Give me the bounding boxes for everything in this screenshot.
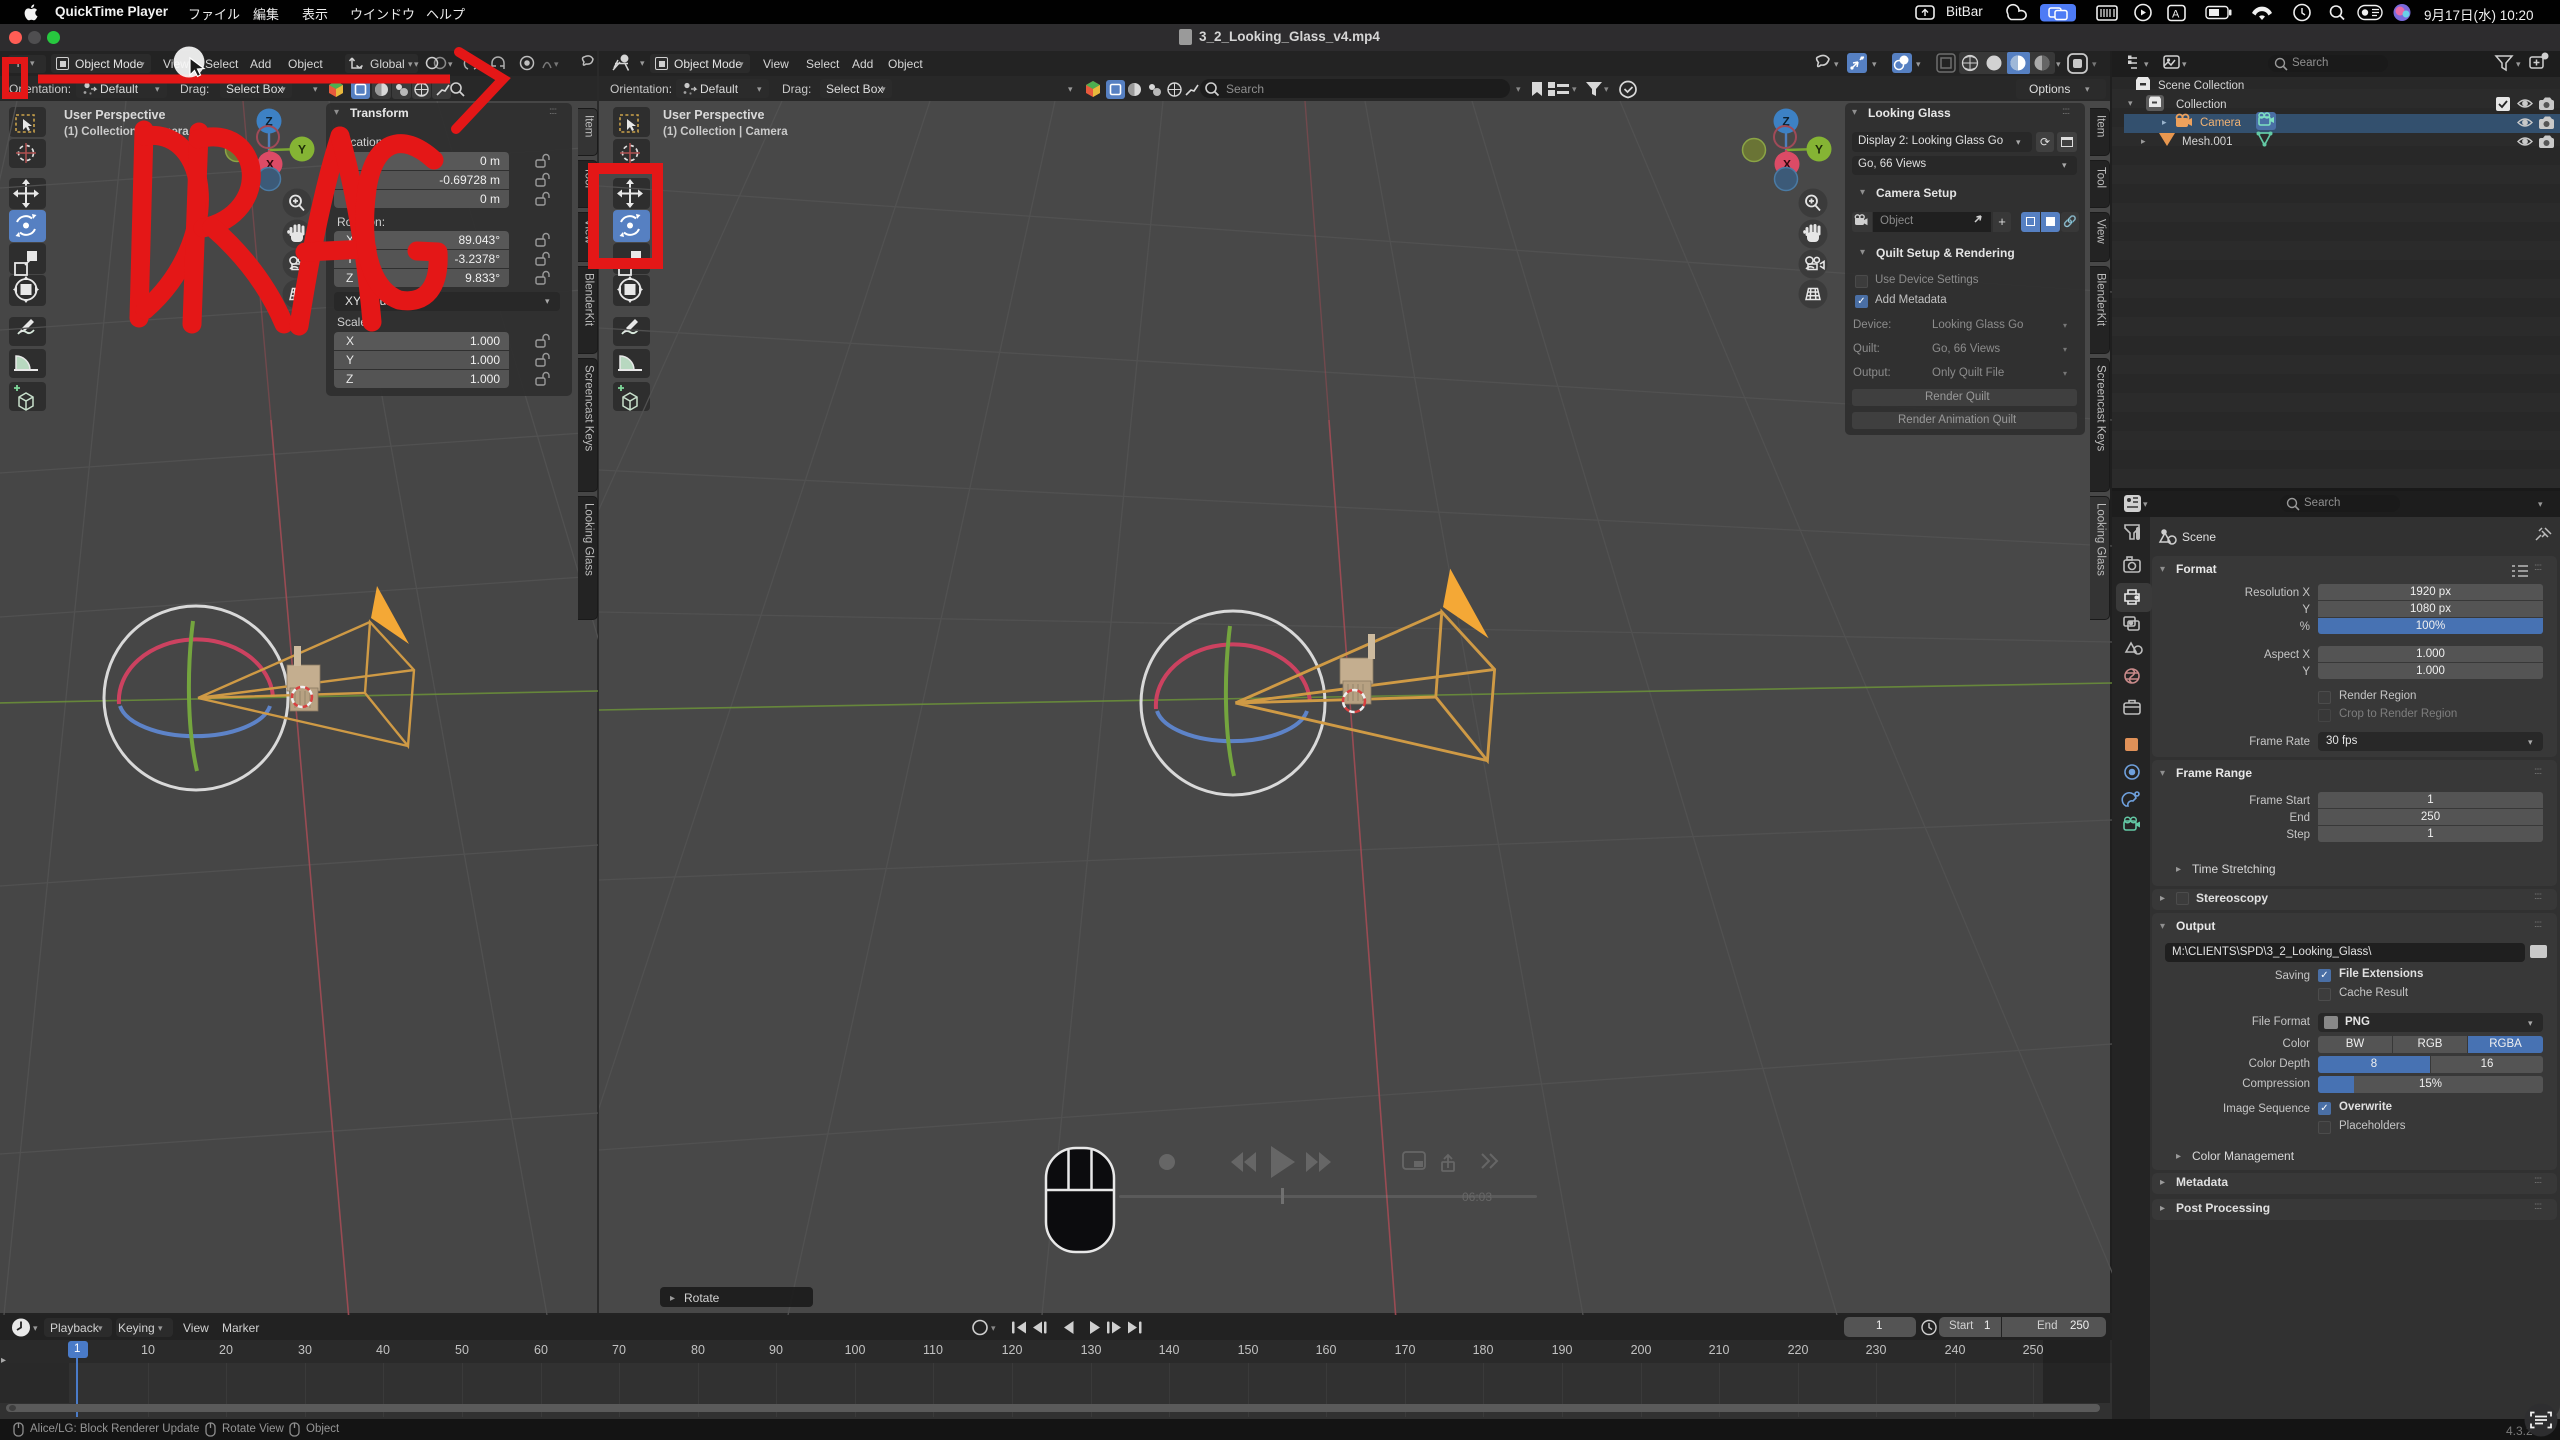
svg-text:A: A [2172, 9, 2180, 21]
svg-text:▾: ▾ [2143, 499, 2148, 509]
svg-text:▾: ▾ [2144, 59, 2149, 69]
svg-text:06:03: 06:03 [1462, 1190, 1492, 1204]
svg-text:▾: ▾ [448, 59, 453, 69]
svg-text:▾: ▾ [554, 59, 559, 69]
svg-text:▾: ▾ [1834, 59, 1839, 69]
svg-text:▾: ▾ [1068, 84, 1073, 94]
svg-text:▾: ▾ [1516, 84, 1521, 94]
svg-text:▾: ▾ [2182, 59, 2187, 69]
svg-text:▾: ▾ [991, 1323, 996, 1333]
svg-text:▾: ▾ [1872, 59, 1877, 69]
svg-text:▸: ▸ [670, 1293, 675, 1304]
svg-text:▾: ▾ [33, 1323, 38, 1333]
svg-text:Rotate: Rotate [684, 1291, 720, 1305]
svg-text:▾: ▾ [1572, 84, 1577, 94]
svg-text:▾: ▾ [1916, 59, 1921, 69]
svg-text:▾: ▾ [414, 59, 419, 69]
svg-text:▾: ▾ [2056, 59, 2061, 69]
svg-text:▾: ▾ [1604, 84, 1609, 94]
svg-text:▾: ▾ [313, 84, 318, 94]
svg-text:▾: ▾ [2516, 59, 2521, 69]
svg-text:▾: ▾ [2092, 59, 2097, 69]
